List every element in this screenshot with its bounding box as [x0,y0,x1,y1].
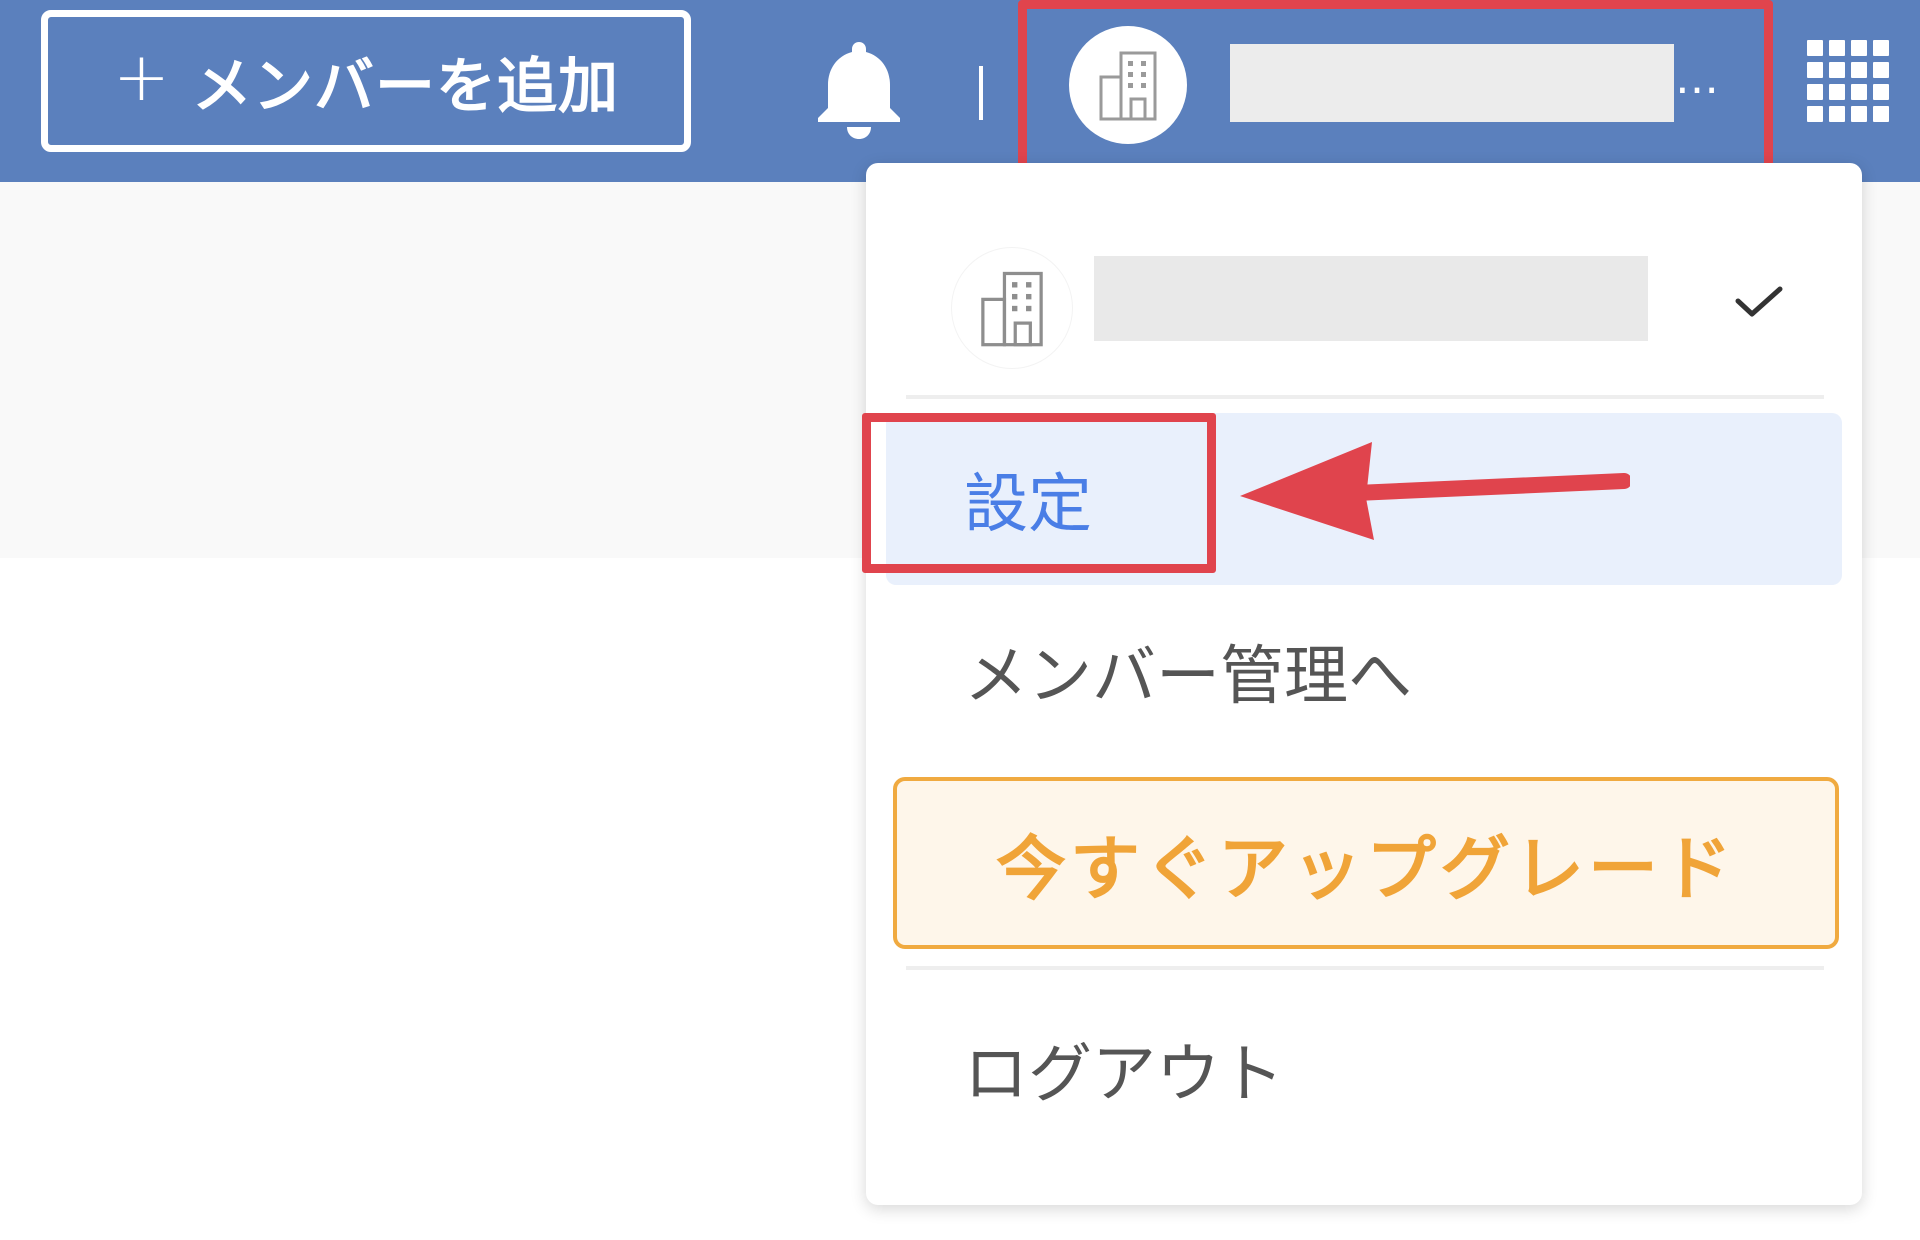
menu-divider [906,966,1824,970]
apps-grid-icon[interactable] [1807,40,1891,124]
add-member-button[interactable]: + メンバーを追加 [41,10,691,152]
building-icon [1099,51,1157,121]
menu-item-logout-label: ログアウト [964,1038,1284,1112]
account-avatar [1069,26,1187,144]
bell-icon[interactable] [814,36,904,140]
account-name-redacted [1230,44,1674,122]
header-divider [979,66,983,120]
organization-avatar [952,248,1072,368]
menu-item-member-management-label: メンバー管理へ [964,640,1412,714]
top-header: + メンバーを追加 … [0,0,1920,182]
menu-divider [906,395,1824,399]
organization-option[interactable] [866,203,1862,368]
organization-name-redacted [1094,256,1648,341]
menu-item-logout[interactable]: ログアウト [886,983,1842,1155]
check-icon [1735,286,1783,317]
plus-icon: + [113,38,170,117]
upgrade-now-label: 今すぐアップグレード [996,827,1736,910]
account-switcher[interactable]: … [1018,0,1773,172]
settings-highlight-box [862,413,1216,573]
upgrade-now-button[interactable]: 今すぐアップグレード [893,777,1839,949]
account-dropdown-menu: 設定 メンバー管理へ 今すぐアップグレード ログアウト [862,163,1862,1205]
account-name-ellipsis: … [1675,53,1721,104]
menu-item-member-management[interactable]: メンバー管理へ [886,585,1842,757]
annotation-arrow-icon [1240,442,1630,540]
building-icon [981,271,1043,347]
add-member-label: メンバーを追加 [191,51,619,122]
